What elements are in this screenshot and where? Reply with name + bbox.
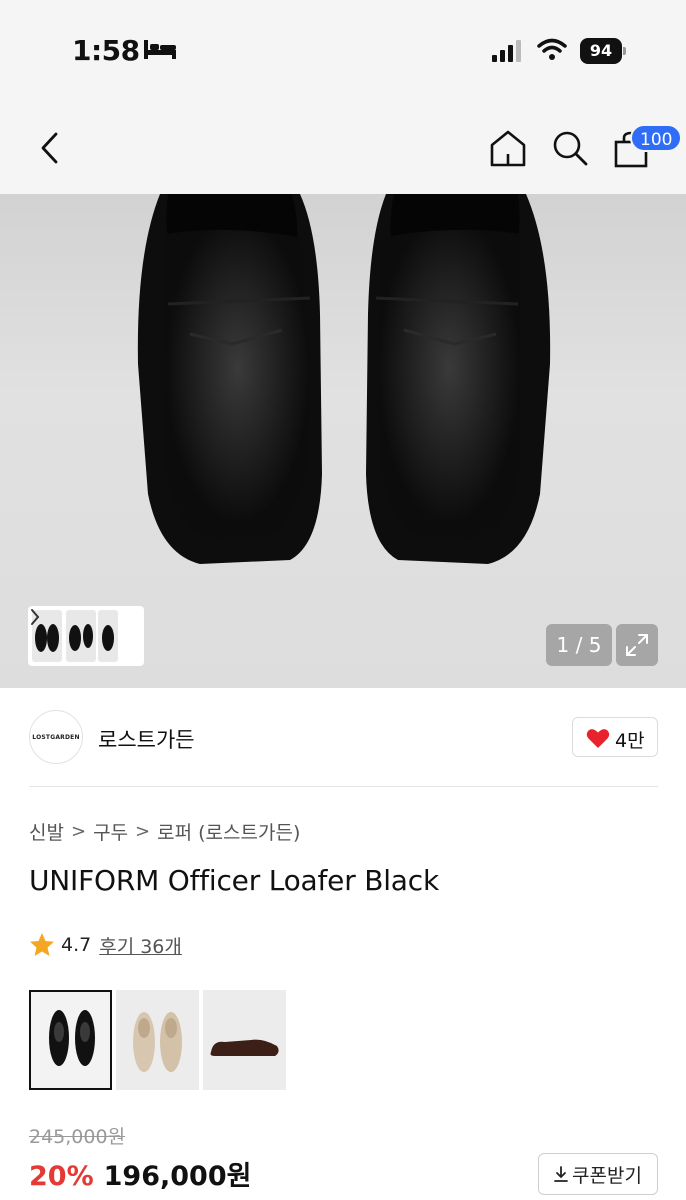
download-icon [554, 1166, 568, 1182]
like-button[interactable]: 4만 [572, 717, 658, 757]
breadcrumb-item[interactable]: 신발 [29, 818, 64, 845]
brand-row[interactable]: LOSTGARDEN 로스트가든 4만 [0, 688, 686, 786]
expand-icon [626, 634, 648, 656]
gallery-thumbnail[interactable] [66, 610, 96, 662]
status-time: 1:58 [72, 34, 140, 67]
final-price: 196,000원 [103, 1161, 252, 1192]
gallery-page-counter: 1 / 5 [546, 624, 612, 666]
gallery-thumbnail[interactable] [98, 610, 118, 662]
discount-rate: 20% [29, 1161, 94, 1192]
review-count-link[interactable]: 후기 36개 [99, 932, 182, 959]
product-image-gallery[interactable]: 1 / 5 [0, 194, 686, 688]
status-bar: 1:58 94 [0, 0, 686, 100]
price-row: 20% 196,000원 [29, 1154, 251, 1194]
coupon-button[interactable]: 쿠폰받기 [538, 1153, 658, 1195]
back-icon[interactable] [36, 130, 64, 166]
divider [29, 786, 658, 787]
original-price: 245,000원 [29, 1126, 126, 1148]
star-icon [30, 933, 54, 956]
rating-value: 4.7 [61, 934, 92, 956]
breadcrumb-item[interactable]: 로퍼 (로스트가든) [157, 818, 300, 845]
like-count: 4만 [615, 730, 645, 752]
search-icon[interactable] [550, 128, 590, 168]
signal-icon [492, 40, 521, 62]
breadcrumb-item[interactable]: 구두 [93, 818, 128, 845]
breadcrumb: 신발 > 구두 > 로퍼 (로스트가든) [29, 818, 300, 844]
brand-logo[interactable]: LOSTGARDEN [29, 710, 83, 764]
expand-button[interactable] [616, 624, 658, 666]
top-nav-bar: 100 [0, 100, 686, 194]
color-option-brown[interactable] [203, 990, 286, 1090]
product-title: UNIFORM Officer Loafer Black [29, 864, 439, 897]
cart-count-badge[interactable]: 100 [630, 124, 683, 152]
bed-icon [144, 40, 176, 59]
battery-level: 94 [580, 38, 622, 64]
wifi-icon [537, 38, 567, 60]
heart-icon [586, 729, 610, 748]
color-option-beige[interactable] [116, 990, 199, 1090]
chevron-right-icon[interactable] [28, 606, 42, 628]
brand-name[interactable]: 로스트가든 [98, 724, 195, 754]
gallery-thumbnail-strip[interactable] [28, 606, 144, 666]
home-icon[interactable] [488, 128, 528, 168]
battery-icon: 94 [580, 38, 626, 64]
breadcrumb-separator: > [135, 820, 151, 842]
coupon-label: 쿠폰받기 [572, 1164, 642, 1187]
rating-row: 4.7 후기 36개 [29, 930, 182, 960]
color-option-black[interactable] [29, 990, 112, 1090]
breadcrumb-separator: > [70, 820, 87, 842]
